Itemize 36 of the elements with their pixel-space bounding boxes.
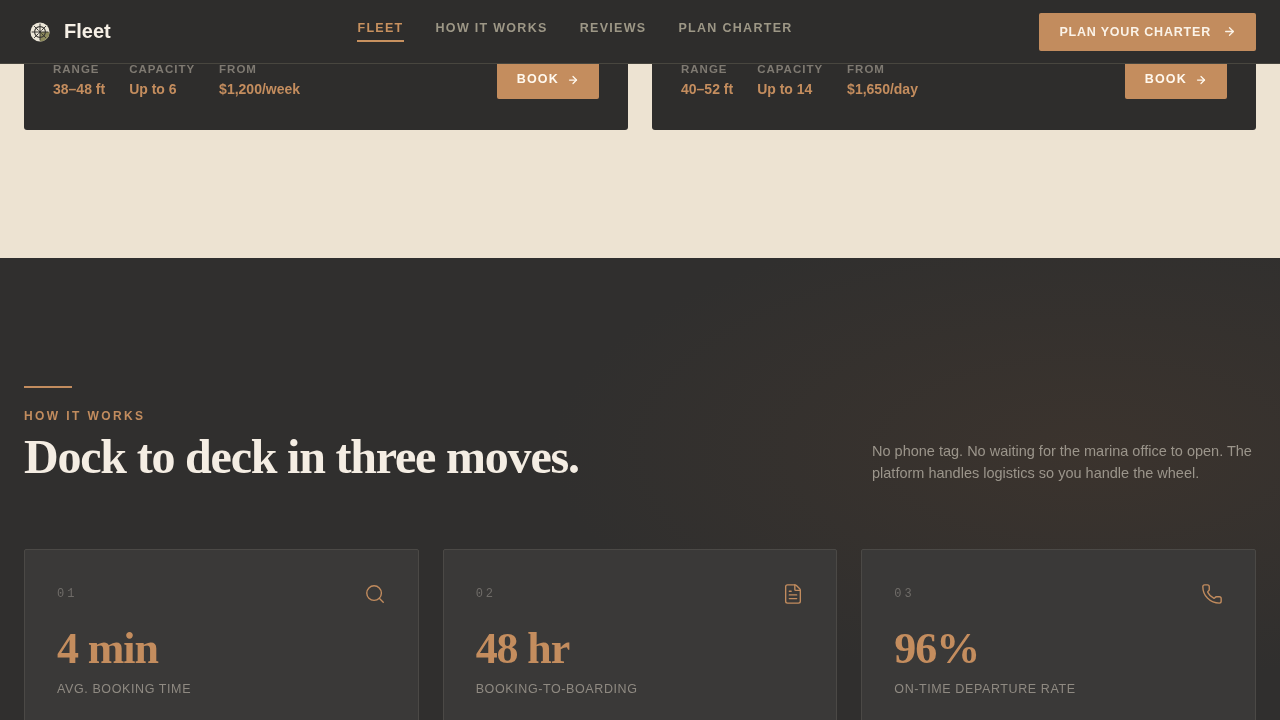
spec-value: $1,650/day [847, 80, 918, 98]
arrow-right-icon [567, 73, 579, 86]
plan-charter-button[interactable]: PLAN YOUR CHARTER [1039, 12, 1256, 51]
spec-label: FROM [219, 64, 258, 75]
spec-label: FROM [847, 64, 886, 75]
spec-label: CAPACITY [129, 64, 196, 75]
nav-link[interactable]: REVIEWS [579, 21, 647, 42]
spec-label: RANGE [681, 64, 729, 75]
stat-value: 96% [894, 626, 980, 671]
section-eyebrow: HOW IT WORKS [24, 408, 146, 424]
stat-value: 4 min [57, 626, 158, 671]
wheel-logo-icon [30, 21, 50, 42]
spec-label: CAPACITY [757, 64, 824, 75]
brand-name: Fleet [64, 20, 111, 43]
nav-link[interactable]: HOW IT WORKS [435, 21, 548, 42]
phone-icon [1201, 582, 1223, 605]
search-icon [363, 582, 386, 605]
arrow-right-icon [1195, 73, 1207, 86]
nav-link[interactable]: FLEET [357, 21, 404, 42]
spec-value: $1,200/week [219, 80, 301, 98]
stat-label: AVG. BOOKING TIME [57, 680, 192, 697]
arrow-right-icon [1223, 25, 1236, 38]
stat-label: ON-TIME DEPARTURE RATE [894, 680, 1076, 697]
section-heading: Dock to deck in three moves. [24, 431, 579, 484]
book-button[interactable]: BOOK [1124, 64, 1227, 99]
nav-link[interactable]: PLAN CHARTER [678, 21, 793, 42]
stat-label: BOOKING-TO-BOARDING [475, 680, 638, 697]
spec-value: Up to 6 [129, 80, 178, 98]
spec-label: RANGE [53, 64, 101, 75]
book-button[interactable]: BOOK [496, 64, 599, 99]
spec-value: 38–48 ft [53, 80, 106, 98]
spec-value: Up to 14 [757, 80, 814, 98]
section-description: No phone tag. No waiting for the marina office to open. The platform handles logistics so you handle the wheel. [872, 441, 1253, 483]
spec-value: 40–52 ft [681, 80, 734, 98]
accent-divider [24, 386, 72, 388]
stat-value: 48 hr [475, 626, 570, 671]
